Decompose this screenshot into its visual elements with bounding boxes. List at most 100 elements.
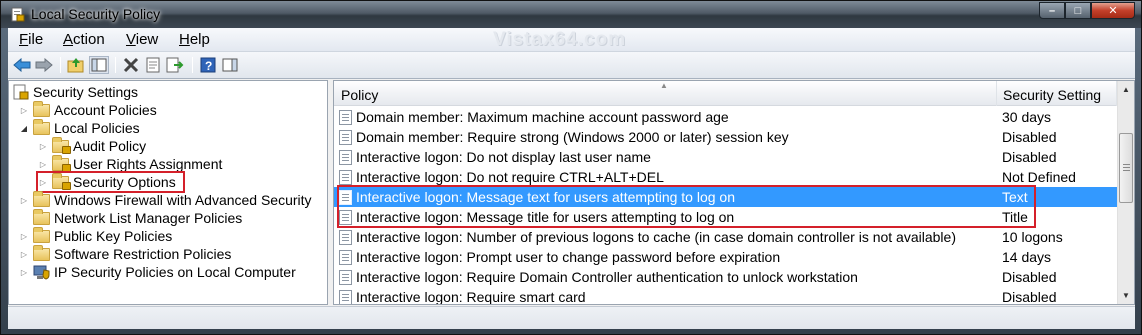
security-setting-value: 14 days — [1002, 249, 1052, 265]
help-icon[interactable]: ? — [198, 56, 218, 74]
menu-help[interactable]: Help — [179, 31, 210, 48]
policy-name: Interactive logon: Prompt user to change… — [356, 249, 781, 265]
toolbar: ? — [8, 52, 1135, 79]
table-row[interactable]: Interactive logon: Do not display last u… — [334, 147, 1118, 167]
window-title: Local Security Policy — [31, 6, 161, 22]
policy-name: Interactive logon: Do not require CTRL+A… — [356, 169, 664, 185]
tree-item-network-list-manager[interactable]: Network List Manager Policies — [19, 208, 242, 227]
thumb-grip — [1123, 164, 1130, 165]
table-row[interactable]: Domain member: Maximum machine account p… — [334, 107, 1118, 127]
sort-ascending-icon: ▲ — [660, 81, 668, 90]
menu-action-accelerator: A — [63, 31, 74, 48]
computer-shield-icon — [33, 265, 50, 280]
policy-icon — [339, 149, 352, 165]
show-hide-tree-icon[interactable] — [89, 56, 109, 74]
tree-item-public-key-policies[interactable]: ▷ Public Key Policies — [19, 226, 172, 245]
table-row[interactable]: Interactive logon: Prompt user to change… — [334, 247, 1118, 267]
toolbar-separator — [192, 57, 193, 73]
back-arrow-icon[interactable] — [12, 56, 32, 74]
tree-item-software-restriction-policies[interactable]: ▷ Software Restriction Policies — [19, 244, 231, 263]
expand-arrow-icon[interactable]: ▷ — [19, 106, 29, 115]
title-bar[interactable]: Local Security Policy – □ ✕ — [1, 1, 1141, 28]
policy-icon — [339, 169, 352, 185]
policy-icon — [339, 129, 352, 145]
delete-icon[interactable] — [121, 56, 141, 74]
policy-icon — [339, 229, 352, 245]
policy-name: Interactive logon: Message title for use… — [356, 209, 735, 225]
scroll-up-arrow-icon[interactable]: ▲ — [1118, 81, 1134, 98]
menu-view[interactable]: View — [126, 31, 158, 48]
tree-item-label: Security Settings — [33, 84, 139, 100]
vertical-scrollbar[interactable]: ▲ ▼ — [1117, 81, 1134, 304]
menu-action-label: ction — [73, 31, 105, 48]
menu-file-accelerator: F — [19, 31, 29, 48]
tree-item-security-options[interactable]: ▷ Security Options — [38, 172, 176, 191]
tree-item-windows-firewall[interactable]: ▷ Windows Firewall with Advanced Securit… — [19, 190, 312, 209]
menu-help-accelerator: H — [179, 31, 190, 48]
properties-icon[interactable] — [143, 56, 163, 74]
collapse-arrow-icon[interactable]: ◢ — [19, 124, 29, 133]
policy-name: Interactive logon: Number of previous lo… — [356, 229, 956, 245]
close-button[interactable]: ✕ — [1091, 2, 1135, 19]
tree-item-label: User Rights Assignment — [73, 156, 223, 172]
expand-arrow-icon[interactable]: ▷ — [19, 268, 29, 277]
policy-icon — [339, 109, 352, 125]
list-header: ▲ Policy Security Setting — [334, 81, 1118, 106]
table-row[interactable]: Interactive logon: Number of previous lo… — [334, 227, 1118, 247]
expand-arrow-icon[interactable]: ▷ — [38, 178, 48, 187]
expand-arrow-icon[interactable]: ▷ — [19, 232, 29, 241]
scrollbar-thumb[interactable] — [1119, 133, 1133, 203]
security-setting-value: Disabled — [1002, 269, 1057, 285]
column-header-security-setting[interactable]: Security Setting — [1003, 87, 1101, 103]
tree-item-label: Windows Firewall with Advanced Security — [54, 192, 312, 208]
forward-arrow-icon[interactable] — [34, 56, 54, 74]
policy-list-pane: ▲ Policy Security Setting Domain member:… — [333, 80, 1135, 305]
table-row[interactable]: Domain member: Require strong (Windows 2… — [334, 127, 1118, 147]
policy-icon — [339, 249, 352, 265]
show-hide-action-pane-icon[interactable] — [220, 56, 240, 74]
folder-icon — [33, 100, 50, 117]
svg-text:?: ? — [205, 59, 212, 73]
expand-arrow-icon[interactable]: ▷ — [19, 250, 29, 259]
policy-name: Interactive logon: Do not display last u… — [356, 149, 651, 165]
folder-icon — [33, 226, 50, 243]
minimize-button[interactable]: – — [1039, 2, 1065, 19]
tree-item-security-settings[interactable]: Security Settings — [13, 83, 138, 101]
menu-file[interactable]: File — [19, 31, 43, 48]
locked-folder-icon — [52, 154, 71, 172]
policy-icon — [339, 189, 352, 205]
expand-arrow-icon[interactable]: ▷ — [38, 160, 48, 169]
tree-item-account-policies[interactable]: ▷ Account Policies — [19, 100, 157, 119]
tree-item-local-policies[interactable]: ◢ Local Policies — [19, 118, 140, 137]
expand-arrow-icon[interactable]: ▷ — [19, 196, 29, 205]
up-folder-icon[interactable] — [66, 56, 86, 74]
tree-item-ip-security-policies[interactable]: ▷ IP Security Policies on Local Computer — [19, 263, 296, 281]
expand-arrow-icon[interactable]: ▷ — [38, 142, 48, 151]
tree-item-audit-policy[interactable]: ▷ Audit Policy — [38, 136, 147, 155]
column-divider[interactable] — [996, 81, 997, 106]
table-row[interactable]: Interactive logon: Do not require CTRL+A… — [334, 167, 1118, 187]
tree-item-label: Audit Policy — [73, 138, 147, 154]
locked-folder-icon — [52, 172, 71, 190]
scroll-down-arrow-icon[interactable]: ▼ — [1118, 287, 1134, 304]
menu-bar: File Action View Help Vistax64.com — [8, 28, 1135, 52]
toolbar-separator — [115, 57, 116, 73]
menu-view-accelerator: V — [126, 31, 136, 48]
tree-pane: Security Settings ▷ Account Policies ◢ L… — [8, 80, 328, 305]
table-row[interactable]: Interactive logon: Message title for use… — [334, 207, 1118, 227]
policy-name: Interactive logon: Require Domain Contro… — [356, 269, 858, 285]
export-list-icon[interactable] — [165, 56, 185, 74]
table-row[interactable]: Interactive logon: Require Domain Contro… — [334, 267, 1118, 287]
table-row-selected[interactable]: Interactive logon: Message text for user… — [334, 187, 1118, 207]
menu-action[interactable]: Action — [63, 31, 105, 48]
tree-item-label: Local Policies — [54, 120, 140, 136]
thumb-grip — [1123, 170, 1130, 171]
folder-icon — [33, 190, 50, 207]
column-header-policy[interactable]: Policy — [341, 87, 378, 103]
policy-name: Domain member: Require strong (Windows 2… — [356, 129, 789, 145]
table-row[interactable]: Interactive logon: Require smart card Di… — [334, 287, 1118, 304]
tree-item-label: IP Security Policies on Local Computer — [54, 264, 296, 280]
locked-folder-icon — [52, 136, 71, 154]
maximize-button[interactable]: □ — [1065, 2, 1091, 19]
tree-item-user-rights-assignment[interactable]: ▷ User Rights Assignment — [38, 154, 223, 173]
